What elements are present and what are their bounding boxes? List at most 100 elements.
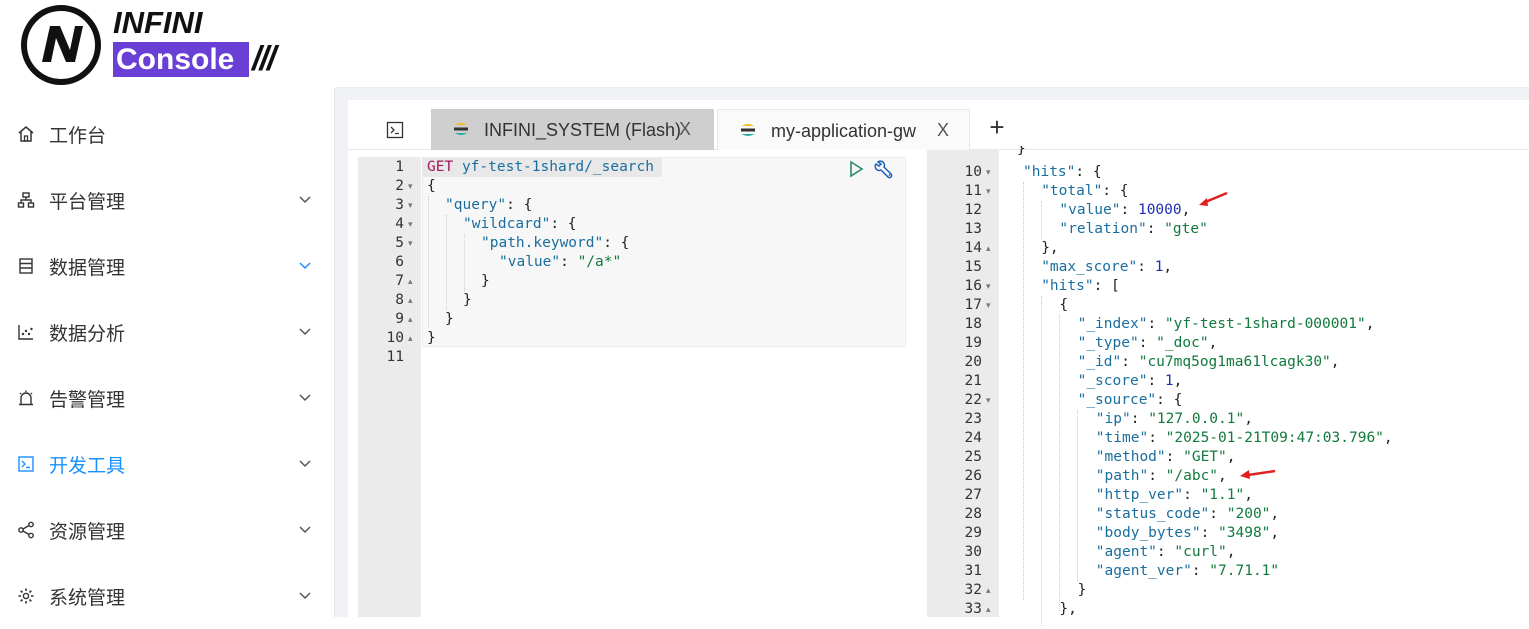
json-key: "value" bbox=[499, 254, 561, 270]
fold-toggle-icon[interactable]: ▾ bbox=[986, 391, 991, 410]
json-punct: , bbox=[1270, 506, 1280, 522]
sidebar-item-system[interactable]: 系统管理 bbox=[0, 563, 335, 629]
json-punct: , bbox=[1173, 373, 1183, 389]
json-punct: : bbox=[1165, 449, 1184, 465]
json-punct: { bbox=[1059, 297, 1069, 313]
fold-toggle-icon[interactable]: ▴ bbox=[408, 310, 413, 329]
line-number: 24 bbox=[964, 430, 982, 446]
json-punct: , bbox=[1244, 487, 1253, 503]
line-number: 29 bbox=[964, 525, 982, 541]
fold-toggle-icon[interactable]: ▴ bbox=[986, 239, 991, 258]
fold-toggle-icon[interactable]: ▾ bbox=[986, 277, 991, 296]
indent-guide bbox=[1023, 182, 1024, 600]
sidebar-item-label: 平台管理 bbox=[49, 191, 126, 213]
response-line: "agent": "curl", bbox=[1096, 543, 1236, 562]
sidebar-item-label: 数据分析 bbox=[49, 323, 126, 345]
json-punct: , bbox=[1208, 335, 1218, 351]
line-number: 7 bbox=[395, 273, 404, 289]
json-punct: : { bbox=[1075, 164, 1102, 180]
tab-infini-system[interactable]: INFINI_SYSTEM (Flash) X bbox=[431, 109, 714, 150]
json-string: "/abc" bbox=[1165, 468, 1219, 484]
fold-toggle-icon[interactable]: ▴ bbox=[986, 581, 991, 600]
json-punct: , bbox=[1330, 354, 1340, 370]
fold-toggle-icon[interactable]: ▾ bbox=[986, 182, 991, 201]
sidebar: 工作台 平台管理 数据管理 数据分析 告警管理 开发工具 资源管理 系统管理 bbox=[0, 88, 335, 617]
indent-guide bbox=[446, 215, 447, 310]
fold-toggle-icon[interactable]: ▴ bbox=[408, 329, 413, 348]
json-string: "cu7mq5og1ma61lcagk30" bbox=[1138, 354, 1331, 370]
add-tab-button[interactable]: + bbox=[985, 114, 1009, 140]
fold-toggle-icon[interactable]: ▾ bbox=[986, 163, 991, 182]
response-line: "_id": "cu7mq5og1ma61lcagk30", bbox=[1078, 353, 1340, 372]
response-line: "http_ver": "1.1", bbox=[1096, 486, 1253, 505]
json-string: "127.0.0.1" bbox=[1148, 411, 1245, 427]
close-tab-button[interactable]: X bbox=[679, 119, 691, 140]
console-toggle-button[interactable] bbox=[373, 113, 417, 147]
close-tab-button[interactable]: X bbox=[937, 120, 949, 141]
line-number: 14 bbox=[964, 240, 982, 256]
fold-toggle-icon[interactable]: ▴ bbox=[408, 272, 413, 291]
sidebar-item-platform[interactable]: 平台管理 bbox=[0, 167, 335, 233]
line-number: 17 bbox=[964, 297, 982, 313]
response-line: "path": "/abc", bbox=[1096, 467, 1227, 486]
indent-guide bbox=[428, 196, 429, 328]
line-number: 33 bbox=[964, 601, 982, 617]
json-punct: : bbox=[1156, 544, 1175, 560]
response-line: "value": 10000, bbox=[1059, 201, 1190, 220]
fold-toggle-icon[interactable]: ▴ bbox=[408, 291, 413, 310]
request-line-3: "query": { bbox=[445, 197, 533, 213]
json-punct: : bbox=[1209, 506, 1227, 522]
json-key: "_id" bbox=[1077, 354, 1122, 370]
json-punct: , bbox=[1270, 525, 1280, 541]
elasticsearch-icon bbox=[740, 122, 756, 143]
chevron-down-icon bbox=[298, 457, 312, 471]
sidebar-item-resources[interactable]: 资源管理 bbox=[0, 497, 335, 563]
app-logo[interactable]: INFINI Console /// bbox=[0, 0, 335, 88]
fold-toggle-icon[interactable]: ▾ bbox=[408, 215, 413, 234]
sidebar-item-analysis[interactable]: 数据分析 bbox=[0, 299, 335, 365]
request-line-8: } bbox=[463, 292, 472, 308]
json-punct: , bbox=[1383, 430, 1393, 446]
indent-guide bbox=[1041, 296, 1042, 626]
tab-my-application-gw[interactable]: my-application-gw X bbox=[717, 109, 970, 150]
fold-toggle-icon[interactable]: ▴ bbox=[986, 600, 991, 619]
json-punct: }, bbox=[1059, 601, 1077, 617]
fold-toggle-icon[interactable]: ▾ bbox=[408, 177, 413, 196]
json-punct: : [ bbox=[1093, 278, 1120, 294]
chevron-down-icon bbox=[298, 589, 312, 603]
line-number: 26 bbox=[964, 468, 982, 484]
request-settings-button[interactable] bbox=[874, 158, 896, 185]
line-number: 6 bbox=[395, 254, 404, 270]
request-line-5: "path.keyword": { bbox=[481, 235, 630, 251]
tab-label: my-application-gw bbox=[771, 121, 917, 141]
json-key: "_index" bbox=[1077, 316, 1148, 332]
json-punct: , bbox=[1365, 316, 1375, 332]
sidebar-item-workbench[interactable]: 工作台 bbox=[0, 101, 335, 167]
response-line: "method": "GET", bbox=[1096, 448, 1236, 467]
fold-toggle-icon[interactable]: ▾ bbox=[986, 296, 991, 315]
play-icon bbox=[850, 160, 864, 178]
run-request-button[interactable] bbox=[847, 160, 865, 183]
sidebar-item-alerting[interactable]: 告警管理 bbox=[0, 365, 335, 431]
json-string: "gte" bbox=[1164, 221, 1208, 237]
sidebar-item-devtools[interactable]: 开发工具 bbox=[0, 431, 335, 497]
json-string: "yf-test-1shard-000001" bbox=[1164, 316, 1366, 332]
elasticsearch-icon bbox=[453, 121, 469, 142]
json-punct: } bbox=[1077, 582, 1087, 598]
response-line: { bbox=[1059, 296, 1068, 315]
sidebar-item-data[interactable]: 数据管理 bbox=[0, 233, 335, 299]
line-number: 4 bbox=[395, 216, 404, 232]
fold-toggle-icon[interactable]: ▾ bbox=[408, 196, 413, 215]
line-number: 28 bbox=[964, 506, 982, 522]
json-key: "total" bbox=[1041, 183, 1103, 199]
json-key: "path" bbox=[1095, 468, 1149, 484]
json-string: "2025-01-21T09:47:03.796" bbox=[1165, 430, 1384, 446]
json-key: "hits" bbox=[1023, 164, 1076, 180]
console-icon bbox=[386, 121, 404, 139]
fold-toggle-icon[interactable]: ▾ bbox=[408, 234, 413, 253]
line-number: 15 bbox=[964, 259, 982, 275]
json-punct: , bbox=[1226, 544, 1236, 560]
request-line-4: "wildcard": { bbox=[463, 216, 577, 232]
json-number: 1 bbox=[1164, 373, 1174, 389]
line-number: 18 bbox=[964, 316, 982, 332]
